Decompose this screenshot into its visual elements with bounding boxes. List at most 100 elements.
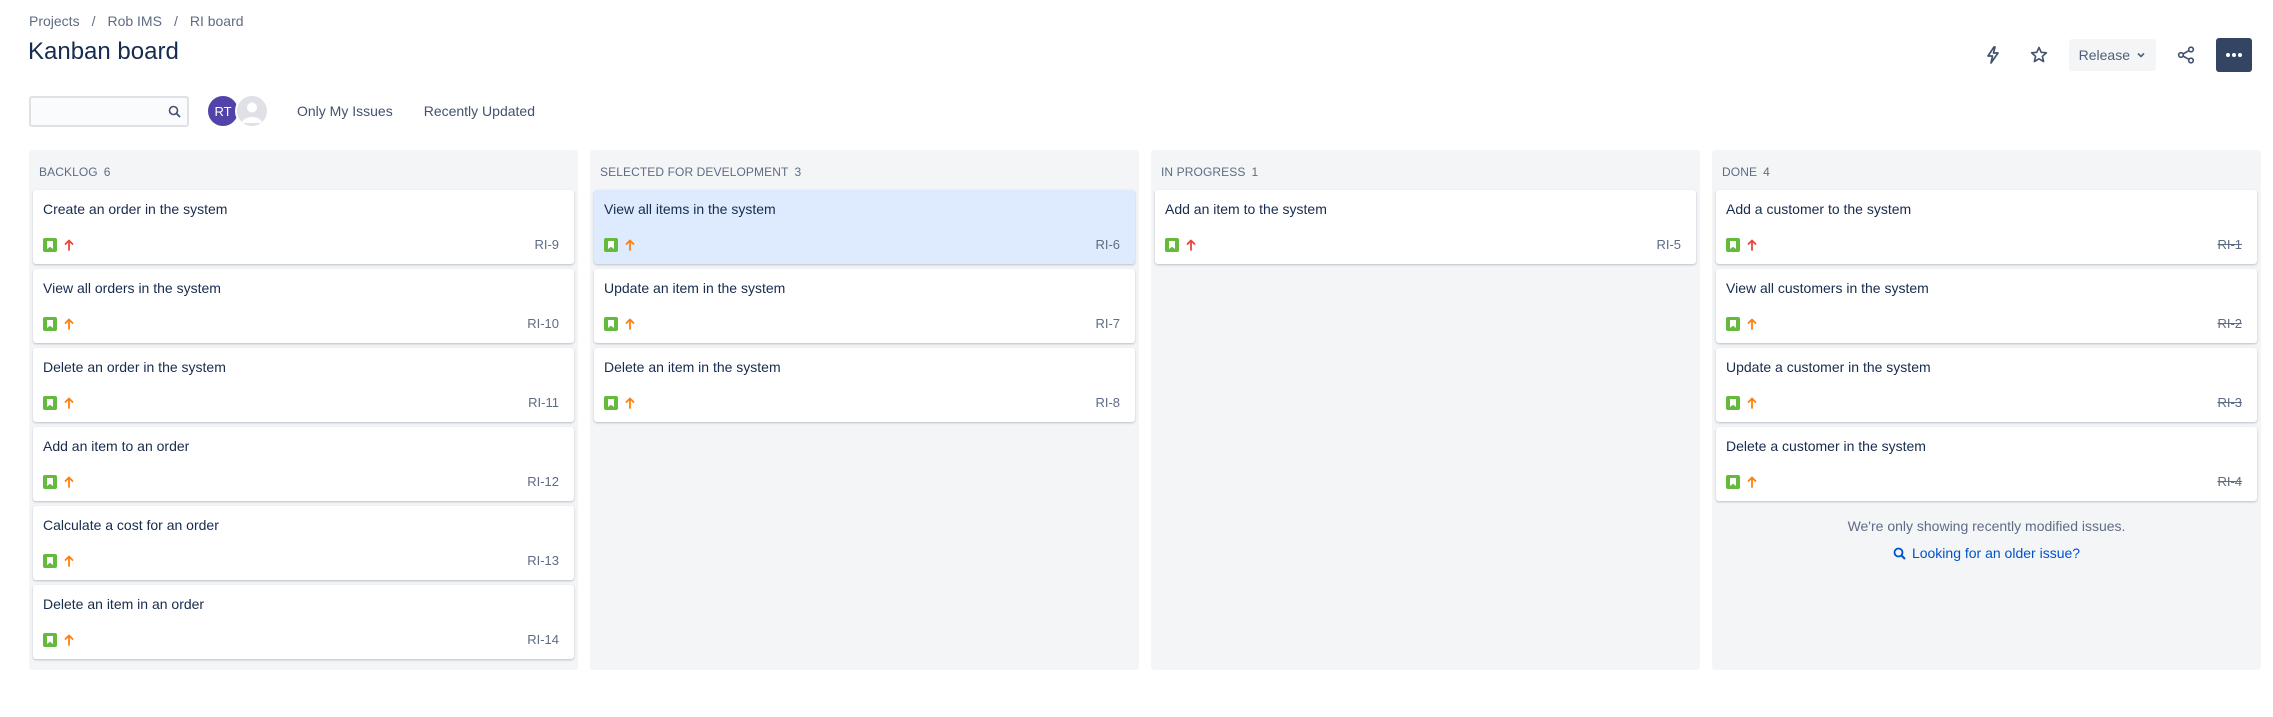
breadcrumb-separator: / xyxy=(173,13,178,29)
column-header: BACKLOG 6 xyxy=(33,154,574,190)
issue-key[interactable]: RI-6 xyxy=(1095,237,1120,252)
issue-title: Add an item to the system xyxy=(1165,201,1327,217)
search-icon xyxy=(168,105,181,118)
board-column: DONE 4 Add a customer to the system RI-1 Vie… xyxy=(1712,150,2261,670)
recent-issues-note: We're only showing recently modified iss… xyxy=(1847,518,2126,534)
issue-card[interactable]: View all orders in the system RI-10 xyxy=(33,269,574,343)
issue-meta: RI-11 xyxy=(43,395,559,410)
issue-key[interactable]: RI-11 xyxy=(528,395,559,410)
story-icon xyxy=(43,553,57,568)
priority-medium-icon xyxy=(1747,476,1757,488)
page-title: Kanban board xyxy=(28,38,179,65)
story-icon xyxy=(1165,237,1179,252)
breadcrumb-board[interactable]: RI board xyxy=(190,13,244,29)
column-title: SELECTED FOR DEVELOPMENT xyxy=(600,165,789,179)
priority-medium-icon xyxy=(625,239,635,251)
chevron-down-icon xyxy=(2137,52,2145,58)
issue-key[interactable]: RI-9 xyxy=(534,237,559,252)
issue-meta: RI-7 xyxy=(604,316,1120,331)
issue-key[interactable]: RI-2 xyxy=(2217,316,2242,331)
issue-title: Delete a customer in the system xyxy=(1726,438,1926,454)
issue-title: View all customers in the system xyxy=(1726,280,1929,296)
issue-meta: RI-1 xyxy=(1726,237,2242,252)
avatar-unassigned[interactable] xyxy=(235,94,269,128)
issue-title: Delete an order in the system xyxy=(43,359,226,375)
story-icon xyxy=(1726,474,1740,489)
issue-card[interactable]: Delete a customer in the system RI-4 xyxy=(1716,427,2257,501)
board-toolbar: RT Only My Issues Recently Updated xyxy=(29,94,535,128)
issue-card[interactable]: Calculate a cost for an order RI-13 xyxy=(33,506,574,580)
issue-meta: RI-9 xyxy=(43,237,559,252)
column-title: BACKLOG xyxy=(39,165,98,179)
user-icon xyxy=(242,102,262,123)
issue-card[interactable]: Add an item to an order RI-12 xyxy=(33,427,574,501)
star-icon[interactable] xyxy=(2023,39,2055,71)
header-actions: Release xyxy=(1977,38,2252,72)
column-count: 3 xyxy=(794,165,802,179)
issue-key[interactable]: RI-10 xyxy=(527,316,559,331)
more-actions-button[interactable] xyxy=(2216,38,2252,72)
story-icon xyxy=(1726,316,1740,331)
story-icon xyxy=(43,632,57,647)
priority-high-icon xyxy=(1186,239,1196,251)
filter-recently-updated[interactable]: Recently Updated xyxy=(424,103,535,119)
column-title: IN PROGRESS xyxy=(1161,165,1246,179)
issue-key[interactable]: RI-14 xyxy=(527,632,559,647)
breadcrumb-project[interactable]: Rob IMS xyxy=(107,13,161,29)
issue-card[interactable]: Update a customer in the system RI-3 xyxy=(1716,348,2257,422)
issue-key[interactable]: RI-8 xyxy=(1095,395,1120,410)
story-icon xyxy=(604,395,618,410)
release-button[interactable]: Release xyxy=(2068,39,2156,71)
story-icon xyxy=(1726,395,1740,410)
issue-key[interactable]: RI-7 xyxy=(1095,316,1120,331)
priority-medium-icon xyxy=(64,318,74,330)
automation-icon[interactable] xyxy=(1977,39,2009,71)
issue-title: Update an item in the system xyxy=(604,280,786,296)
search-input[interactable] xyxy=(38,99,168,123)
story-icon xyxy=(1726,237,1740,252)
column-header: DONE 4 xyxy=(1716,154,2257,190)
issue-key[interactable]: RI-5 xyxy=(1656,237,1681,252)
story-icon xyxy=(604,316,618,331)
older-issue-link-label: Looking for an older issue? xyxy=(1911,545,2081,561)
issue-title: View all items in the system xyxy=(604,201,776,217)
issue-key[interactable]: RI-13 xyxy=(527,553,559,568)
release-label: Release xyxy=(2078,47,2130,63)
column-count: 1 xyxy=(1251,165,1259,179)
column-header: SELECTED FOR DEVELOPMENT 3 xyxy=(594,154,1135,190)
issue-card[interactable]: Add an item to the system RI-5 xyxy=(1155,190,1696,264)
breadcrumb-projects[interactable]: Projects xyxy=(29,13,80,29)
issue-meta: RI-8 xyxy=(604,395,1120,410)
column-count: 4 xyxy=(1763,165,1770,179)
issue-key[interactable]: RI-12 xyxy=(527,474,559,489)
priority-medium-icon xyxy=(1747,318,1757,330)
issue-key[interactable]: RI-4 xyxy=(2217,474,2242,489)
issue-key[interactable]: RI-3 xyxy=(2217,395,2242,410)
share-icon[interactable] xyxy=(2170,39,2202,71)
issue-title: Create an order in the system xyxy=(43,201,228,217)
more-icon xyxy=(2226,53,2242,57)
issue-meta: RI-12 xyxy=(43,474,559,489)
older-issue-link[interactable]: Looking for an older issue? xyxy=(1716,545,2257,561)
story-icon xyxy=(43,474,57,489)
issue-meta: RI-13 xyxy=(43,553,559,568)
priority-medium-icon xyxy=(64,397,74,409)
issue-card[interactable]: View all customers in the system RI-2 xyxy=(1716,269,2257,343)
issue-card[interactable]: Delete an item in the system RI-8 xyxy=(594,348,1135,422)
issue-title: Delete an item in an order xyxy=(43,596,205,612)
priority-medium-icon xyxy=(64,555,74,567)
issue-card[interactable]: Delete an order in the system RI-11 xyxy=(33,348,574,422)
issue-title: View all orders in the system xyxy=(43,280,221,296)
issue-card[interactable]: Delete an item in an order RI-14 xyxy=(33,585,574,659)
issue-title: Add a customer to the system xyxy=(1726,201,1912,217)
issue-key[interactable]: RI-1 xyxy=(2217,237,2242,252)
priority-medium-icon xyxy=(64,634,74,646)
issue-meta: RI-2 xyxy=(1726,316,2242,331)
issue-card[interactable]: View all items in the system RI-6 xyxy=(594,190,1135,264)
priority-medium-icon xyxy=(625,318,635,330)
filter-only-my-issues[interactable]: Only My Issues xyxy=(297,103,393,119)
issue-card[interactable]: Add a customer to the system RI-1 xyxy=(1716,190,2257,264)
issue-card[interactable]: Create an order in the system RI-9 xyxy=(33,190,574,264)
story-icon xyxy=(43,237,57,252)
issue-card[interactable]: Update an item in the system RI-7 xyxy=(594,269,1135,343)
